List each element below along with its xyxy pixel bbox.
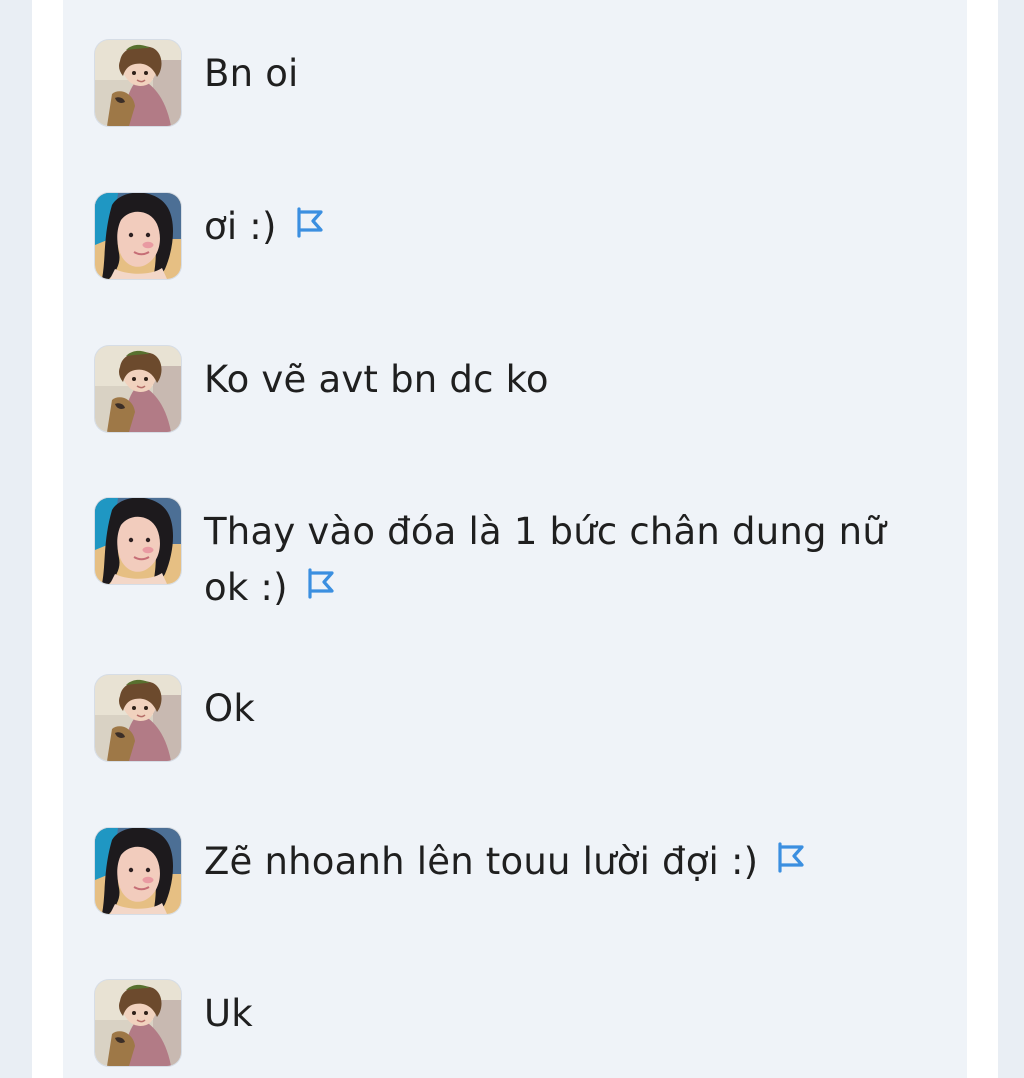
message-content: Uk: [204, 992, 253, 1035]
message-content: Ok: [204, 687, 255, 730]
flag-icon[interactable]: [776, 833, 808, 889]
message-text: Thay vào đóa là 1 bức chân dung nữ ok :): [204, 504, 934, 618]
avatar-user-boy[interactable]: [95, 980, 181, 1066]
avatar-user-girl[interactable]: [95, 828, 181, 914]
avatar-user-girl[interactable]: [95, 193, 181, 279]
flag-icon[interactable]: [295, 198, 327, 254]
message-text: Uk: [204, 986, 934, 1042]
message-text: Ok: [204, 681, 934, 737]
flag-icon[interactable]: [306, 559, 338, 615]
message-text: ơi :): [204, 199, 934, 257]
message-text: Ko vẽ avt bn dc ko: [204, 352, 934, 408]
message-content: Zẽ nhoanh lên touu lười đợi :): [204, 840, 759, 883]
avatar-user-boy[interactable]: [95, 40, 181, 126]
message-content: ơi :): [204, 205, 277, 248]
message-text: Bn oi: [204, 46, 934, 102]
message-content: Bn oi: [204, 52, 299, 95]
message-text: Zẽ nhoanh lên touu lười đợi :): [204, 834, 934, 892]
avatar-user-boy[interactable]: [95, 346, 181, 432]
message-content: Ko vẽ avt bn dc ko: [204, 358, 549, 401]
avatar-user-boy[interactable]: [95, 675, 181, 761]
avatar-user-girl[interactable]: [95, 498, 181, 584]
